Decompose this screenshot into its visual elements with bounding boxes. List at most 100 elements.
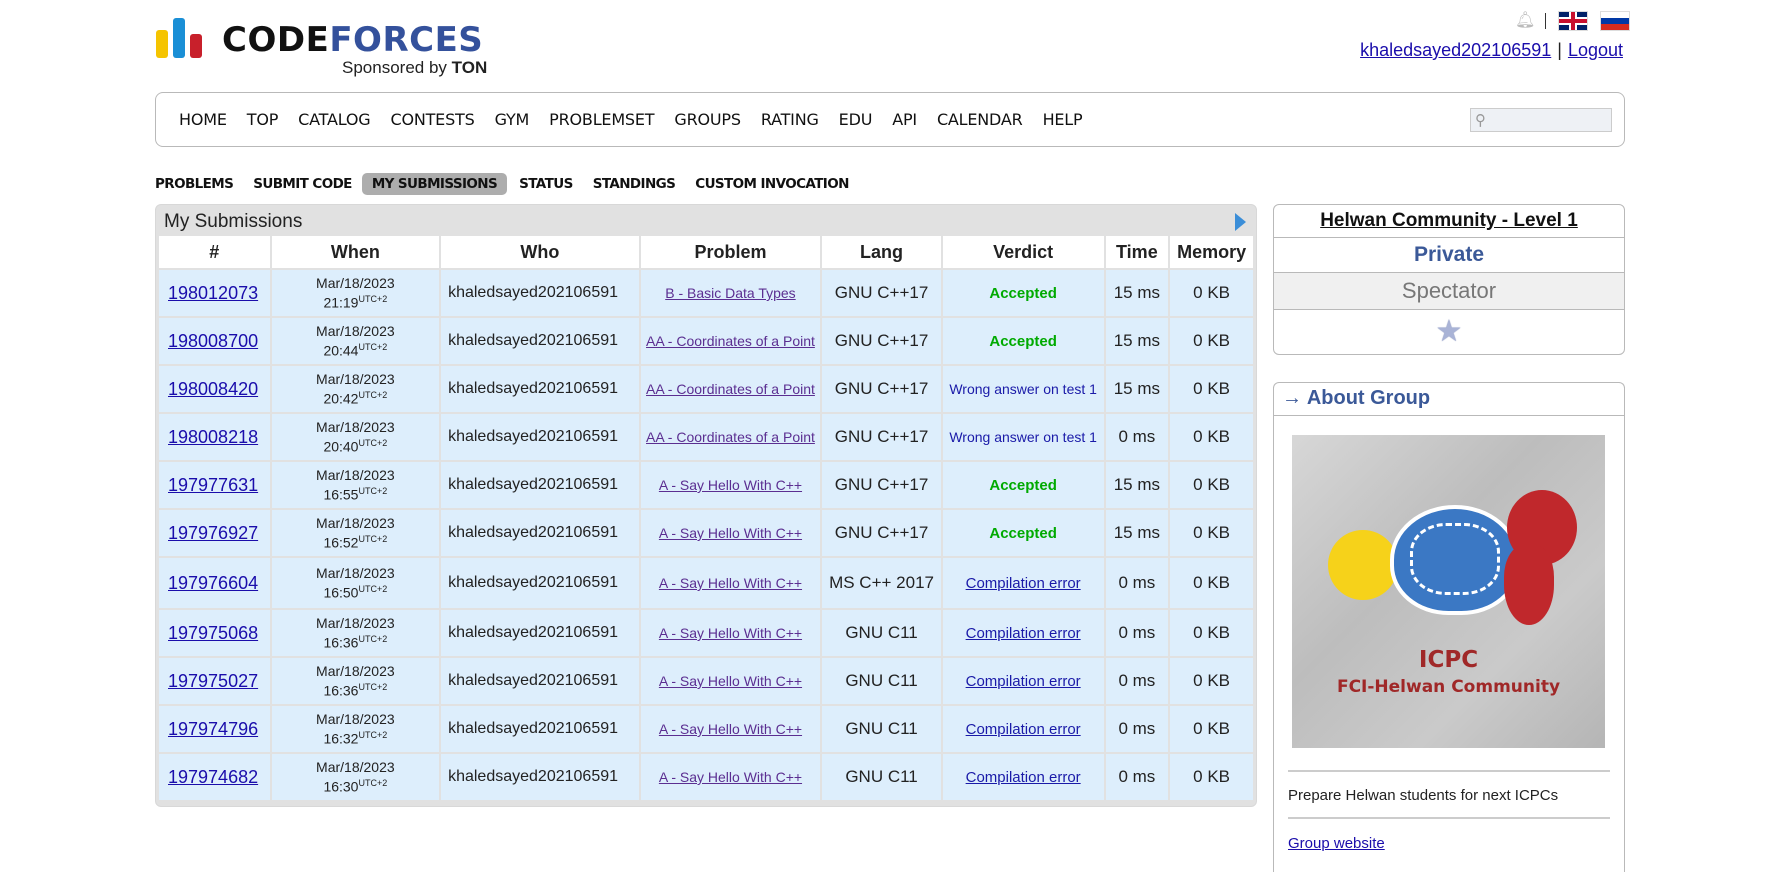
submission-id-link[interactable]: 197974682 — [168, 767, 258, 787]
problem-link[interactable]: AA - Coordinates of a Point — [646, 429, 815, 445]
submission-id-link[interactable]: 197975068 — [168, 623, 258, 643]
verdict: Accepted — [989, 285, 1057, 302]
codeforces-logo[interactable]: CODEFORCES Sponsored by TON — [156, 16, 516, 80]
submission-id-link[interactable]: 197976604 — [168, 573, 258, 593]
submission-id-link[interactable]: 197975027 — [168, 671, 258, 691]
search-icon: ⚲ — [1475, 112, 1486, 129]
nav-item-calendar[interactable]: CALENDAR — [937, 110, 1023, 129]
nav-item-gym[interactable]: GYM — [495, 110, 530, 129]
exec-time: 0 ms — [1104, 557, 1171, 610]
author-handle: khaledsayed202106591 — [440, 269, 641, 318]
submission-time: Mar/18/2023 20:42UTC+2 — [270, 365, 442, 414]
profile-link[interactable]: khaledsayed202106591 — [1360, 40, 1551, 60]
nav-item-edu[interactable]: EDU — [839, 110, 873, 129]
nav-item-groups[interactable]: GROUPS — [674, 110, 741, 129]
submissions-table: # When Who Problem Lang Verdict Time Memory 198… — [159, 236, 1255, 802]
problem-link[interactable]: A - Say Hello With C++ — [659, 525, 802, 541]
problem-link[interactable]: A - Say Hello With C++ — [659, 673, 802, 689]
menu-item-standings[interactable]: STANDINGS — [593, 173, 676, 195]
column-header: Lang — [821, 236, 943, 270]
search-input[interactable]: ⚲ — [1470, 108, 1612, 132]
verdict[interactable]: Compilation error — [966, 625, 1081, 642]
language: GNU C++17 — [821, 317, 943, 366]
nav-item-catalog[interactable]: CATALOG — [298, 110, 370, 129]
column-header: Memory — [1169, 236, 1255, 270]
table-row: 197976604 Mar/18/2023 16:50UTC+2 khaledsaye… — [159, 557, 1255, 610]
submission-time: Mar/18/2023 16:36UTC+2 — [270, 609, 442, 658]
menu-item-problems[interactable]: PROBLEMS — [155, 173, 234, 195]
submission-id-link[interactable]: 198012073 — [168, 283, 258, 303]
nav-item-help[interactable]: HELP — [1043, 110, 1083, 129]
submission-id-link[interactable]: 198008700 — [168, 331, 258, 351]
language: GNU C++17 — [821, 461, 943, 510]
verdict: Accepted — [989, 477, 1057, 494]
table-row: 197977631 Mar/18/2023 16:55UTC+2 khaledsaye… — [159, 461, 1255, 510]
problem-link[interactable]: A - Say Hello With C++ — [659, 769, 802, 785]
image-title: ICPC — [1418, 647, 1479, 673]
verdict[interactable]: Compilation error — [966, 575, 1081, 592]
exec-time: 0 ms — [1104, 657, 1171, 706]
divider — [1288, 770, 1610, 772]
verdict: Wrong answer on test 1 — [949, 381, 1097, 397]
problem-link[interactable]: A - Say Hello With C++ — [659, 575, 802, 591]
image-subtitle: FCI-Helwan Community — [1336, 677, 1561, 697]
submission-time: Mar/18/2023 16:55UTC+2 — [270, 461, 442, 510]
language: GNU C++17 — [821, 413, 943, 462]
problem-link[interactable]: A - Say Hello With C++ — [659, 625, 802, 641]
submission-id-link[interactable]: 197977631 — [168, 475, 258, 495]
problem-link[interactable]: AA - Coordinates of a Point — [646, 381, 815, 397]
exec-time: 0 ms — [1104, 413, 1171, 462]
submission-id-link[interactable]: 198008420 — [168, 379, 258, 399]
nav-item-contests[interactable]: CONTESTS — [390, 110, 474, 129]
verdict: Accepted — [989, 333, 1057, 350]
table-row: 198012073 Mar/18/2023 21:19UTC+2 khaledsaye… — [159, 269, 1255, 318]
logo-bars-icon — [156, 18, 208, 58]
russian-flag-icon[interactable] — [1600, 11, 1630, 31]
problem-link[interactable]: AA - Coordinates of a Point — [646, 333, 815, 349]
english-flag-icon[interactable] — [1558, 11, 1588, 31]
group-name-link[interactable]: Helwan Community - Level 1 — [1320, 210, 1578, 231]
nav-item-top[interactable]: TOP — [247, 110, 279, 129]
verdict[interactable]: Compilation error — [966, 769, 1081, 786]
menu-item-custom-invocation[interactable]: CUSTOM INVOCATION — [695, 173, 849, 195]
nav-item-home[interactable]: HOME — [179, 110, 227, 129]
problem-link[interactable]: B - Basic Data Types — [665, 285, 795, 301]
language: GNU C++17 — [821, 269, 943, 318]
group-website-link[interactable]: Group website — [1288, 835, 1385, 852]
author-handle: khaledsayed202106591 — [440, 413, 641, 462]
problem-link[interactable]: A - Say Hello With C++ — [659, 477, 802, 493]
submissions-panel: My Submissions # When Who Problem Lang Verdic… — [155, 204, 1257, 807]
about-group-box: → About Group ICPC FCI-Helwan Community … — [1273, 382, 1625, 872]
column-header: Problem — [639, 236, 823, 270]
menu-item-my-submissions[interactable]: MY SUBMISSIONS — [361, 173, 508, 195]
nav-item-api[interactable]: API — [892, 110, 917, 129]
nav-item-problemset[interactable]: PROBLEMSET — [549, 110, 654, 129]
star-icon[interactable]: ★ — [1274, 310, 1624, 354]
verdict[interactable]: Compilation error — [966, 721, 1081, 738]
menu-item-status[interactable]: STATUS — [519, 173, 573, 195]
nav-item-rating[interactable]: RATING — [761, 110, 819, 129]
bell-icon[interactable]: 🔔︎ — [1515, 12, 1535, 30]
logout-link[interactable]: Logout — [1568, 40, 1623, 60]
exec-time: 0 ms — [1104, 753, 1171, 802]
exec-time: 0 ms — [1104, 705, 1171, 754]
group-description: Prepare Helwan students for next ICPCs — [1288, 787, 1559, 804]
submission-time: Mar/18/2023 16:32UTC+2 — [270, 705, 442, 754]
author-handle: khaledsayed202106591 — [440, 705, 641, 754]
group-name: Helwan Community - Level 1 — [1274, 205, 1624, 238]
lightbulb-icon — [1328, 530, 1398, 600]
toggle-arrow-icon[interactable] — [1235, 213, 1246, 231]
submission-id-link[interactable]: 197976927 — [168, 523, 258, 543]
author-handle: khaledsayed202106591 — [440, 365, 641, 414]
submission-id-link[interactable]: 197974796 — [168, 719, 258, 739]
table-row: 197975027 Mar/18/2023 16:36UTC+2 khaledsaye… — [159, 657, 1255, 706]
verdict[interactable]: Compilation error — [966, 673, 1081, 690]
logo-wordmark: CODEFORCES — [222, 20, 484, 60]
memory-used: 0 KB — [1169, 461, 1255, 510]
exec-time: 15 ms — [1104, 269, 1171, 318]
menu-item-submit-code[interactable]: SUBMIT CODE — [253, 173, 352, 195]
submission-time: Mar/18/2023 16:52UTC+2 — [270, 509, 442, 558]
submission-time: Mar/18/2023 20:40UTC+2 — [270, 413, 442, 462]
submission-id-link[interactable]: 198008218 — [168, 427, 258, 447]
problem-link[interactable]: A - Say Hello With C++ — [659, 721, 802, 737]
